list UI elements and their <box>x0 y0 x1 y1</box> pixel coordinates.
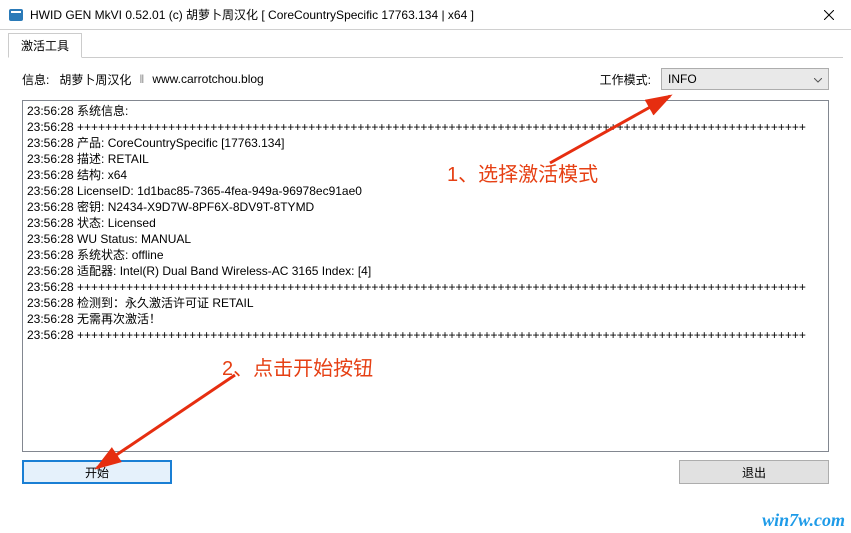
exit-button[interactable]: 退出 <box>679 460 829 484</box>
close-button[interactable] <box>806 0 851 30</box>
mode-select-value: INFO <box>668 72 697 86</box>
log-line: 23:56:28 WU Status: MANUAL <box>27 231 824 247</box>
mode-label: 工作模式: <box>600 71 651 88</box>
log-line: 23:56:28 系统信息: <box>27 103 824 119</box>
log-line: 23:56:28 +++++++++++++++++++++++++++++++… <box>27 279 824 295</box>
info-label: 信息: <box>22 71 49 88</box>
log-line: 23:56:28 适配器: Intel(R) Dual Band Wireles… <box>27 263 824 279</box>
tab-activate[interactable]: 激活工具 <box>8 33 82 58</box>
log-line: 23:56:28 密钥: N2434-X9D7W-8PF6X-8DV9T-8TY… <box>27 199 824 215</box>
log-line: 23:56:28 状态: Licensed <box>27 215 824 231</box>
watermark: win7w.com <box>762 510 845 531</box>
info-url: www.carrotchou.blog <box>152 72 263 86</box>
chevron-down-icon <box>814 72 822 86</box>
client-area: 激活工具 信息: 胡萝卜周汉化 ‖ www.carrotchou.blog 工作… <box>0 30 851 492</box>
log-line: 23:56:28 LicenseID: 1d1bac85-7365-4fea-9… <box>27 183 824 199</box>
log-output[interactable]: 23:56:28 系统信息:23:56:28 +++++++++++++++++… <box>22 100 829 452</box>
log-line: 23:56:28 +++++++++++++++++++++++++++++++… <box>27 327 824 343</box>
tab-row: 激活工具 <box>8 32 843 58</box>
start-button[interactable]: 开始 <box>22 460 172 484</box>
log-line: 23:56:28 描述: RETAIL <box>27 151 824 167</box>
button-row: 开始 退出 <box>8 460 843 484</box>
mode-select[interactable]: INFO <box>661 68 829 90</box>
app-icon <box>8 7 24 23</box>
info-author: 胡萝卜周汉化 <box>59 71 131 88</box>
log-line: 23:56:28 检测到：永久激活许可证 RETAIL <box>27 295 824 311</box>
log-line: 23:56:28 产品: CoreCountrySpecific [17763.… <box>27 135 824 151</box>
window-title: HWID GEN MkVI 0.52.01 (c) 胡萝卜周汉化 [ CoreC… <box>30 6 806 23</box>
log-line: 23:56:28 无需再次激活！ <box>27 311 824 327</box>
info-row: 信息: 胡萝卜周汉化 ‖ www.carrotchou.blog 工作模式: I… <box>8 62 843 96</box>
info-separator: ‖ <box>139 72 144 86</box>
log-line: 23:56:28 +++++++++++++++++++++++++++++++… <box>27 119 824 135</box>
log-line: 23:56:28 结构: x64 <box>27 167 824 183</box>
log-line: 23:56:28 系统状态: offline <box>27 247 824 263</box>
window-titlebar: HWID GEN MkVI 0.52.01 (c) 胡萝卜周汉化 [ CoreC… <box>0 0 851 30</box>
